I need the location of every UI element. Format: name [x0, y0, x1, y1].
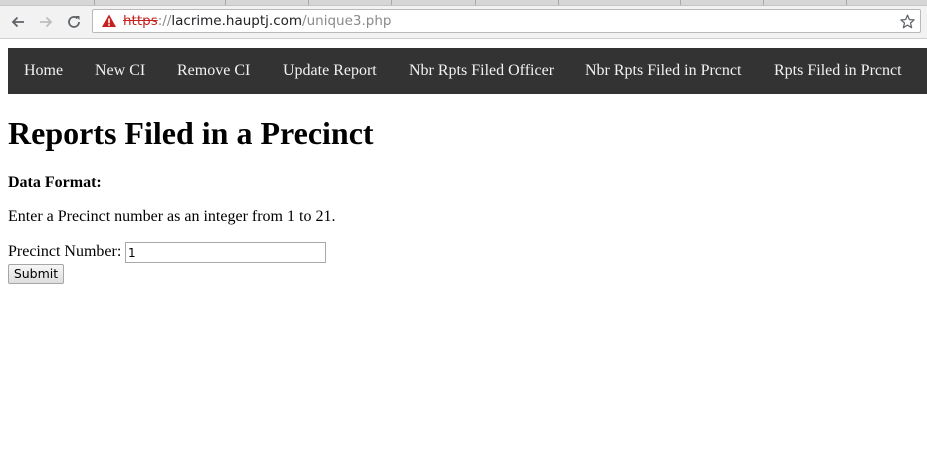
- tab-divider: [558, 0, 559, 5]
- tab-divider: [225, 0, 226, 5]
- bookmark-button[interactable]: [898, 12, 916, 30]
- forward-arrow-icon: [40, 16, 53, 28]
- url-text[interactable]: https://lacrime.hauptj.com/unique3.php: [123, 13, 391, 29]
- top-nav-bar: Home New CI Remove CI Update Report Nbr …: [8, 48, 927, 94]
- nav-update-report[interactable]: Update Report: [283, 48, 377, 94]
- tab-divider: [763, 0, 764, 5]
- page-title: Reports Filed in a Precinct: [8, 115, 374, 151]
- back-arrow-icon: [11, 16, 24, 28]
- back-button[interactable]: [8, 12, 28, 32]
- url-host: lacrime.hauptj.com: [171, 13, 303, 29]
- url-scheme: https: [123, 13, 158, 29]
- nav-new-ci[interactable]: New CI: [95, 48, 145, 94]
- tab-divider: [475, 0, 476, 5]
- not-secure-warning-icon[interactable]: [101, 13, 117, 29]
- submit-button[interactable]: Submit: [8, 264, 64, 284]
- instructions-text: Enter a Precinct number as an integer fr…: [8, 208, 336, 225]
- precinct-number-label: Precinct Number:: [8, 243, 122, 260]
- bookmark-star-icon: [899, 14, 915, 28]
- url-path: /unique3.php: [302, 13, 392, 29]
- address-bar[interactable]: https://lacrime.hauptj.com/unique3.php: [92, 9, 921, 33]
- tab-divider: [846, 0, 847, 5]
- nav-home[interactable]: Home: [24, 48, 63, 94]
- forward-button[interactable]: [36, 12, 56, 32]
- browser-toolbar: https://lacrime.hauptj.com/unique3.php: [0, 6, 927, 39]
- reload-button[interactable]: [64, 12, 84, 32]
- precinct-number-input[interactable]: [125, 242, 326, 263]
- nav-nbr-rpts-filed-in-prcnct[interactable]: Nbr Rpts Filed in Prcnct: [585, 48, 741, 94]
- tab-divider: [308, 0, 309, 5]
- data-format-label: Data Format:: [8, 174, 102, 191]
- reload-icon: [68, 16, 80, 28]
- tab-divider: [391, 0, 392, 5]
- nav-rpts-filed-in-prcnct[interactable]: Rpts Filed in Prcnct: [774, 48, 902, 94]
- nav-remove-ci[interactable]: Remove CI: [177, 48, 250, 94]
- url-separator: ://: [157, 13, 172, 29]
- nav-nbr-rpts-filed-officer[interactable]: Nbr Rpts Filed Officer: [409, 48, 554, 94]
- tab-divider: [94, 0, 95, 5]
- tab-divider: [680, 0, 681, 5]
